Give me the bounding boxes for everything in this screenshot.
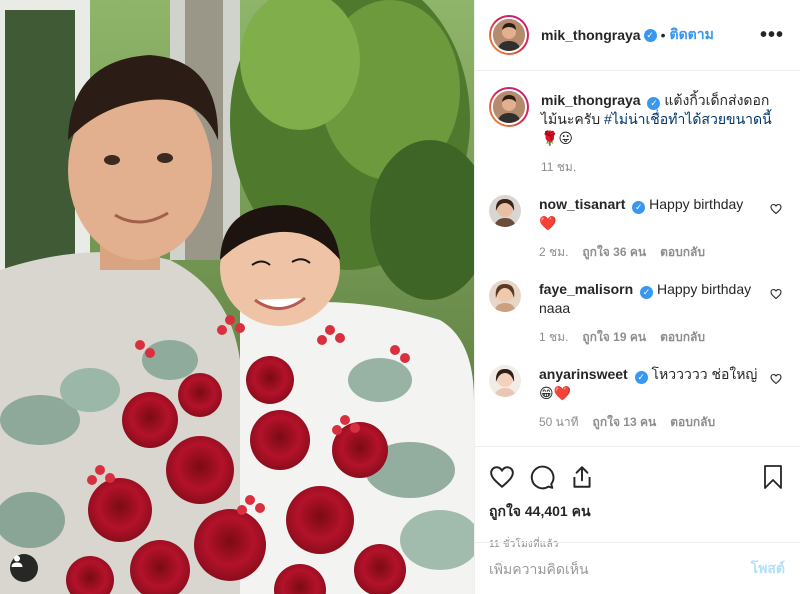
avatar-photo <box>493 19 525 51</box>
comment-like-heart-icon[interactable] <box>770 288 782 300</box>
caption-emoji: 🌹😛 <box>541 130 574 146</box>
caption-hashtag[interactable]: #ไม่น่าเชื่อทำได้สวยขนาดนี้ <box>604 111 772 127</box>
author-avatar[interactable] <box>489 15 529 55</box>
comment-username[interactable]: faye_malisorn <box>539 281 633 297</box>
comment-time[interactable]: 1 ชม. <box>539 328 568 347</box>
caption-time[interactable]: 11 ชม. <box>541 158 576 177</box>
verified-badge-icon: ✓ <box>643 28 657 42</box>
follow-button[interactable]: ติดตาม <box>670 24 714 46</box>
comment-icon <box>530 465 555 490</box>
author-username[interactable]: mik_thongraya <box>541 27 641 43</box>
save-button[interactable] <box>761 464 785 490</box>
comment-item: now_tisanart ✓ Happy birthday ❤️ 2 ชม. ถ… <box>489 195 784 262</box>
avatar-photo <box>489 195 521 227</box>
comment-item: faye_malisorn ✓ Happy birthday naaa 1 ชม… <box>489 280 784 347</box>
comment-emoji: 😁❤️ <box>539 385 572 401</box>
comment-likes[interactable]: ถูกใจ 19 คน <box>582 328 646 347</box>
share-icon <box>573 466 591 488</box>
avatar-photo <box>489 280 521 312</box>
commenter-avatar[interactable] <box>489 280 521 312</box>
avatar-photo <box>493 91 525 123</box>
likes-count[interactable]: ถูกใจ 44,401 คน <box>489 501 785 523</box>
comment-likes[interactable]: ถูกใจ 13 คน <box>593 413 657 432</box>
verified-badge-icon: ✓ <box>634 371 648 384</box>
add-comment-bar: โพสต์ <box>475 542 800 594</box>
comment-button[interactable] <box>529 464 555 490</box>
separator-dot: • <box>660 27 666 43</box>
post-actions: ถูกใจ 44,401 คน 11 ชั่วโมงที่แล้ว <box>475 446 800 552</box>
commenter-avatar[interactable] <box>489 195 521 227</box>
post-header: mik_thongraya ✓ • ติดตาม ••• <box>475 0 800 71</box>
comment-time[interactable]: 50 นาที <box>539 413 579 432</box>
verified-badge-icon: ✓ <box>632 201 646 214</box>
tagged-users-button[interactable] <box>10 554 38 582</box>
comment-username[interactable]: now_tisanart <box>539 196 625 212</box>
more-options-icon[interactable]: ••• <box>760 24 784 47</box>
comment-text: Happy birthday <box>649 196 744 212</box>
photo-illustration <box>0 0 474 594</box>
instagram-post: mik_thongraya ✓ • ติดตาม ••• mik_thongra… <box>0 0 800 594</box>
verified-badge-icon: ✓ <box>647 97 661 110</box>
caption-text-block: mik_thongraya ✓ แต้งกิ้วเด็กส่งดอกไม้นะค… <box>541 91 784 148</box>
heart-icon <box>490 466 514 489</box>
comment-emoji: ❤️ <box>539 215 557 231</box>
user-tag-icon <box>11 555 23 567</box>
action-icons-row <box>489 457 785 497</box>
like-button[interactable] <box>489 464 515 490</box>
avatar-photo <box>489 365 521 397</box>
add-comment-input[interactable] <box>489 560 751 577</box>
comment-text: โหววววว ช่อใหญ่ <box>651 366 758 382</box>
reply-button[interactable]: ตอบกลับ <box>670 413 715 432</box>
post-photo[interactable] <box>0 0 474 594</box>
comments-section: mik_thongraya ✓ แต้งกิ้วเด็กส่งดอกไม้นะค… <box>475 71 800 447</box>
comment-username[interactable]: anyarinsweet <box>539 366 628 382</box>
comment-like-heart-icon[interactable] <box>770 203 782 215</box>
comment-item: anyarinsweet ✓ โหววววว ช่อใหญ่ 😁❤️ 50 นา… <box>489 365 784 432</box>
comment-time[interactable]: 2 ชม. <box>539 243 568 262</box>
post-comment-button[interactable]: โพสต์ <box>751 558 785 580</box>
commenter-avatar[interactable] <box>489 365 521 397</box>
post-side-panel: mik_thongraya ✓ • ติดตาม ••• mik_thongra… <box>474 0 800 594</box>
caption-avatar[interactable] <box>489 87 529 127</box>
verified-badge-icon: ✓ <box>640 286 654 299</box>
post-caption: mik_thongraya ✓ แต้งกิ้วเด็กส่งดอกไม้นะค… <box>489 87 784 177</box>
caption-username[interactable]: mik_thongraya <box>541 92 641 108</box>
comment-like-heart-icon[interactable] <box>770 373 782 385</box>
comment-likes[interactable]: ถูกใจ 36 คน <box>582 243 646 262</box>
reply-button[interactable]: ตอบกลับ <box>660 243 705 262</box>
reply-button[interactable]: ตอบกลับ <box>660 328 705 347</box>
bookmark-icon <box>764 465 782 489</box>
share-button[interactable] <box>569 464 595 490</box>
